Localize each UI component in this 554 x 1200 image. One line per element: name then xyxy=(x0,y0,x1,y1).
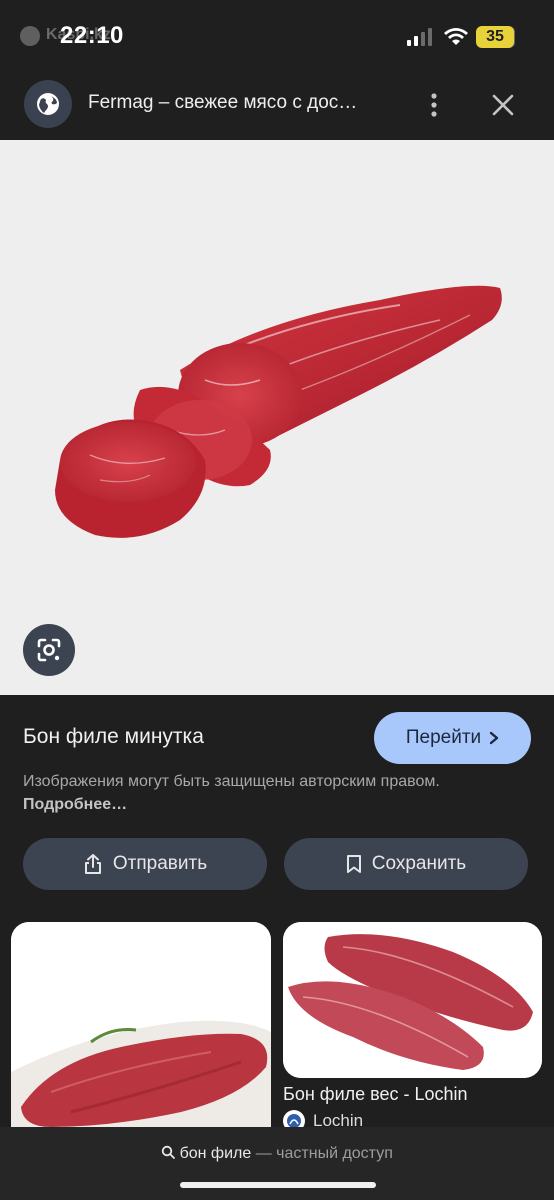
site-info-button[interactable] xyxy=(24,80,72,128)
main-image[interactable] xyxy=(0,140,554,695)
visit-button[interactable]: Перейти xyxy=(374,712,531,764)
related-beef-image xyxy=(11,922,271,1162)
page-title[interactable]: Fermag – свежее мясо с дос… xyxy=(88,92,357,114)
bottom-search-bar[interactable] xyxy=(0,1127,554,1200)
learn-more-link[interactable]: Подробнее… xyxy=(23,796,127,813)
lens-icon xyxy=(37,638,61,662)
beef-tenderloin-image xyxy=(55,285,502,538)
related-result-card[interactable] xyxy=(11,922,271,1162)
bookmark-icon xyxy=(346,855,361,873)
visit-button-label: Перейти xyxy=(405,727,482,748)
globe-icon xyxy=(37,93,59,115)
chevron-right-icon xyxy=(489,731,499,745)
copyright-text: Изображения могут быть защищены авторски… xyxy=(23,773,440,790)
more-vert-icon xyxy=(431,93,437,117)
status-time: 22:10 xyxy=(60,22,124,49)
save-button[interactable]: Сохранить xyxy=(284,838,528,890)
private-mode-label: — частный доступ xyxy=(255,1145,393,1162)
search-icon xyxy=(161,1145,176,1159)
viewer-header: Fermag – свежее мясо с дос… xyxy=(0,70,554,140)
copyright-notice: Изображения могут быть защищены авторски… xyxy=(23,770,443,816)
save-button-label: Сохранить xyxy=(371,853,467,874)
share-button[interactable]: Отправить xyxy=(23,838,267,890)
battery-indicator: 35 xyxy=(476,26,514,48)
share-icon xyxy=(84,854,101,874)
search-query: бон филе xyxy=(179,1145,252,1162)
search-query-line[interactable]: бон филе — частный доступ xyxy=(0,1145,554,1163)
home-indicator[interactable] xyxy=(180,1182,376,1188)
kaspi-logo xyxy=(20,26,40,46)
more-options-button[interactable] xyxy=(420,90,448,120)
related-result-title[interactable]: Бон филе вес - Lochin xyxy=(283,1084,468,1105)
wifi-icon xyxy=(444,28,468,45)
related-beef-image xyxy=(283,922,542,1078)
close-button[interactable] xyxy=(488,90,518,120)
related-result-card[interactable] xyxy=(283,922,542,1078)
status-bar: Kaspi.kz 22:10 35 xyxy=(0,0,554,70)
lens-search-button[interactable] xyxy=(23,624,75,676)
result-title: Бон филе минутка xyxy=(23,725,204,748)
share-button-label: Отправить xyxy=(112,853,208,874)
cellular-signal-icon xyxy=(407,28,432,46)
close-icon xyxy=(492,94,514,116)
